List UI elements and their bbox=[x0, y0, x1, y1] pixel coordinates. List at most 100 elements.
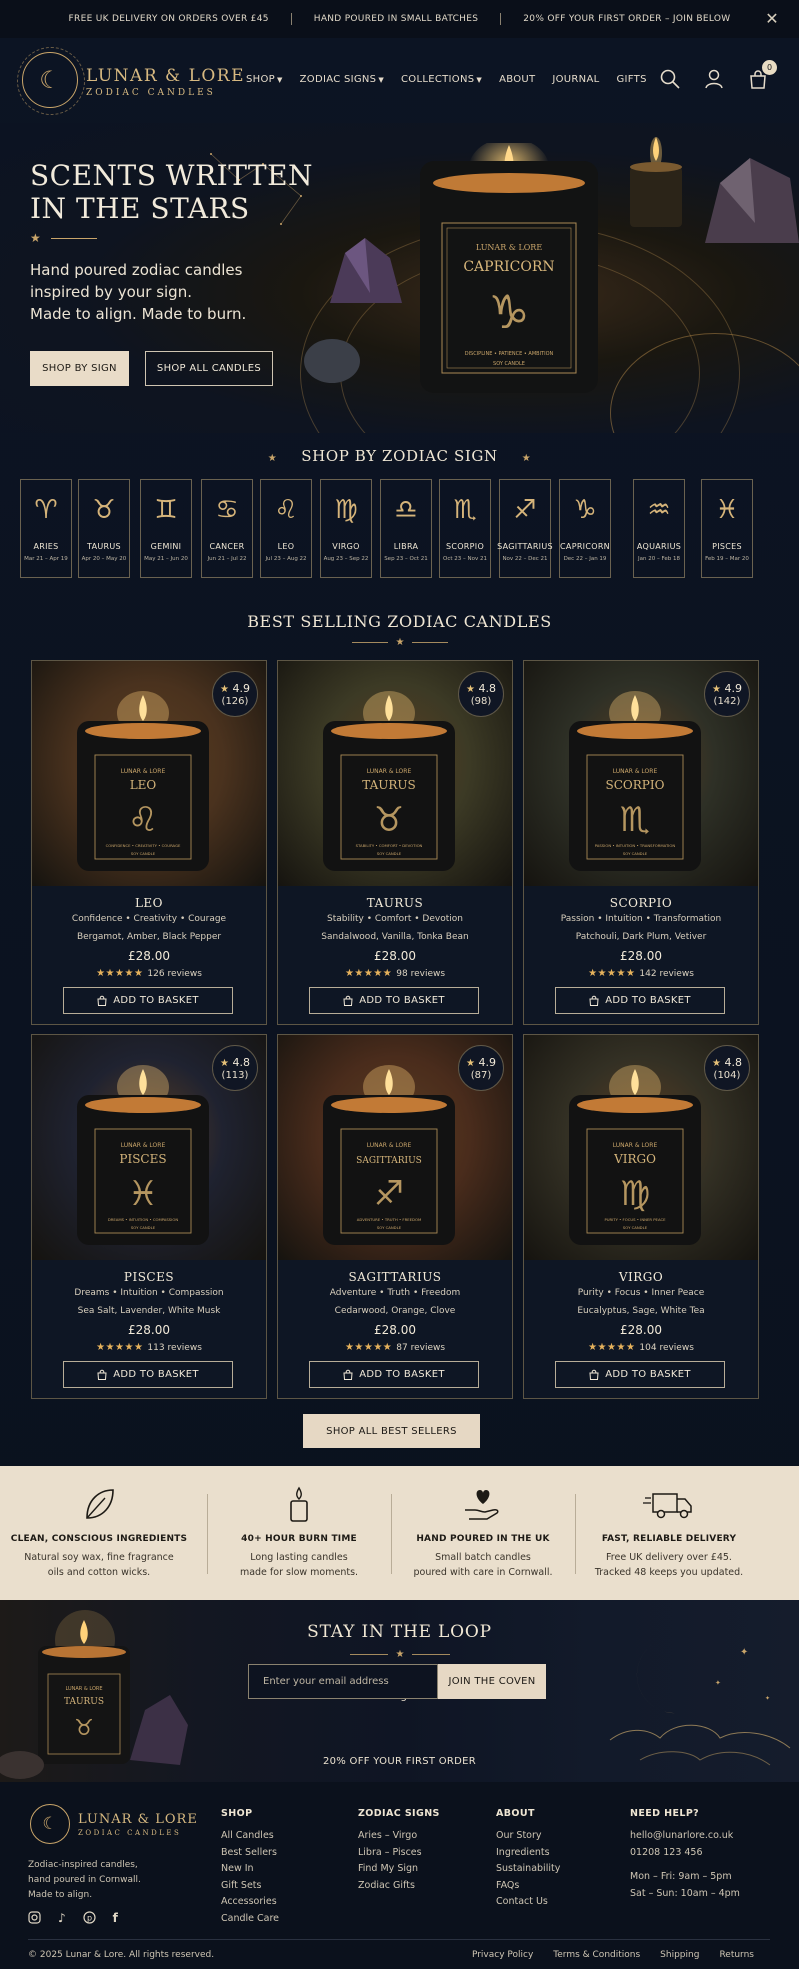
product-reviews[interactable]: ★★★★★ 87 reviews bbox=[278, 1342, 512, 1353]
capricorn-candle-jar: LUNAR & LORE CAPRICORN ♑ DISCIPLINE • PA… bbox=[420, 143, 598, 393]
zodiac-card-scorpio[interactable]: ♏ SCORPIO Oct 23 – Nov 21 bbox=[439, 479, 491, 578]
footer-link[interactable]: All Candles bbox=[221, 1828, 279, 1845]
zodiac-card-cancer[interactable]: ♋ CANCER Jun 21 – Jul 22 bbox=[201, 479, 253, 578]
product-reviews[interactable]: ★★★★★ 113 reviews bbox=[32, 1342, 266, 1353]
product-name[interactable]: SCORPIO bbox=[524, 896, 758, 910]
feature-text: Free UK delivery over £45. bbox=[606, 1552, 732, 1563]
nav-item-collections[interactable]: COLLECTIONS ▼ bbox=[401, 74, 482, 85]
product-card[interactable]: LUNAR & LORE LEO ♌ CONFIDENCE • CREATIVITY … bbox=[31, 660, 267, 1025]
product-reviews[interactable]: ★★★★★ 98 reviews bbox=[278, 968, 512, 979]
product-reviews[interactable]: ★★★★★ 126 reviews bbox=[32, 968, 266, 979]
zodiac-card-libra[interactable]: ♎ LIBRA Sep 23 – Oct 21 bbox=[380, 479, 432, 578]
product-image[interactable]: LUNAR & LORE LEO ♌ CONFIDENCE • CREATIVITY … bbox=[32, 661, 266, 886]
footer-link[interactable]: Candle Care bbox=[221, 1911, 279, 1928]
star-rating-icon: ★★★★★ bbox=[344, 1342, 393, 1353]
search-icon[interactable] bbox=[659, 68, 681, 90]
terms-link[interactable]: Terms & Conditions bbox=[553, 1950, 640, 1960]
nav-item-zodiac-signs[interactable]: ZODIAC SIGNS ▼ bbox=[300, 74, 384, 85]
product-image[interactable]: LUNAR & LORE SCORPIO ♏ PASSION • INTUITION … bbox=[524, 661, 758, 886]
zodiac-card-leo[interactable]: ♌ LEO Jul 23 – Aug 22 bbox=[260, 479, 312, 578]
logo-moon-icon[interactable]: ☾ bbox=[17, 47, 85, 115]
nav-item-gifts[interactable]: GIFTS bbox=[616, 74, 646, 85]
instagram-icon[interactable] bbox=[28, 1911, 41, 1924]
zodiac-emblem-icon: ♌ bbox=[128, 800, 158, 840]
footer-link[interactable]: New In bbox=[221, 1861, 279, 1878]
footer-link[interactable]: Our Story bbox=[496, 1828, 560, 1845]
add-to-basket-button[interactable]: ADD TO BASKET bbox=[63, 1361, 233, 1388]
product-image[interactable]: LUNAR & LORE SAGITTARIUS ♐ ADVENTURE • TRUT… bbox=[278, 1035, 512, 1260]
zodiac-card-virgo[interactable]: ♍ VIRGO Aug 23 – Sep 22 bbox=[320, 479, 372, 578]
join-the-coven-button[interactable]: JOIN THE COVEN bbox=[438, 1664, 546, 1699]
nav-item-about[interactable]: ABOUT bbox=[499, 74, 535, 85]
logo[interactable]: LUNAR & LORE ZODIAC CANDLES bbox=[86, 66, 245, 98]
footer-link[interactable]: Zodiac Gifts bbox=[358, 1878, 440, 1895]
footer-link[interactable]: hello@lunarlore.co.uk bbox=[630, 1828, 740, 1845]
zodiac-card-capricorn[interactable]: ♑ CAPRICORN Dec 22 – Jan 19 bbox=[559, 479, 611, 578]
footer-logo[interactable]: LUNAR & LORE ZODIAC CANDLES bbox=[78, 1812, 198, 1837]
zodiac-dates: Nov 22 – Dec 21 bbox=[502, 556, 548, 562]
jar-sign: VIRGO bbox=[613, 1152, 656, 1166]
add-to-basket-button[interactable]: ADD TO BASKET bbox=[309, 1361, 479, 1388]
add-to-basket-button[interactable]: ADD TO BASKET bbox=[309, 987, 479, 1014]
shipping-link[interactable]: Shipping bbox=[660, 1950, 699, 1960]
footer-link[interactable]: Contact Us bbox=[496, 1894, 560, 1911]
zodiac-card-taurus[interactable]: ♉ TAURUS Apr 20 – May 20 bbox=[78, 479, 130, 578]
rating-value: ★ 4.8 bbox=[466, 681, 496, 695]
product-image[interactable]: LUNAR & LORE VIRGO ♍ PURITY • FOCUS • INNER… bbox=[524, 1035, 758, 1260]
product-reviews[interactable]: ★★★★★ 142 reviews bbox=[524, 968, 758, 979]
add-to-basket-button[interactable]: ADD TO BASKET bbox=[63, 987, 233, 1014]
product-card[interactable]: LUNAR & LORE PISCES ♓ DREAMS • INTUITION • … bbox=[31, 1034, 267, 1399]
product-reviews[interactable]: ★★★★★ 104 reviews bbox=[524, 1342, 758, 1353]
zodiac-card-aquarius[interactable]: ♒ AQUARIUS Jan 20 – Feb 18 bbox=[633, 479, 685, 578]
zodiac-card-gemini[interactable]: ♊ GEMINI May 21 – Jun 20 bbox=[140, 479, 192, 578]
footer-link[interactable]: Mon – Fri: 9am – 5pm bbox=[630, 1869, 740, 1886]
footer-link[interactable]: Gift Sets bbox=[221, 1878, 279, 1895]
footer-link[interactable]: FAQs bbox=[496, 1878, 560, 1895]
close-icon[interactable]: ✕ bbox=[765, 9, 779, 28]
footer-link[interactable]: Accessories bbox=[221, 1894, 279, 1911]
footer-link[interactable]: Ingredients bbox=[496, 1845, 560, 1862]
product-name[interactable]: TAURUS bbox=[278, 896, 512, 910]
button-label: ADD TO BASKET bbox=[605, 1369, 691, 1380]
product-card[interactable]: LUNAR & LORE VIRGO ♍ PURITY • FOCUS • INNER… bbox=[523, 1034, 759, 1399]
footer-link[interactable]: Best Sellers bbox=[221, 1845, 279, 1862]
nav-item-shop[interactable]: SHOP ▼ bbox=[246, 74, 283, 85]
chevron-down-icon: ▼ bbox=[276, 76, 283, 84]
zodiac-card-sagittarius[interactable]: ♐ SAGITTARIUS Nov 22 – Dec 21 bbox=[497, 479, 553, 578]
product-image[interactable]: LUNAR & LORE TAURUS ♉ STABILITY • COMFORT •… bbox=[278, 661, 512, 886]
shop-all-best-sellers-button[interactable]: SHOP ALL BEST SELLERS bbox=[303, 1414, 480, 1448]
product-card[interactable]: LUNAR & LORE TAURUS ♉ STABILITY • COMFORT •… bbox=[277, 660, 513, 1025]
product-card[interactable]: LUNAR & LORE SCORPIO ♏ PASSION • INTUITION … bbox=[523, 660, 759, 1025]
product-card[interactable]: LUNAR & LORE SAGITTARIUS ♐ ADVENTURE • TRUT… bbox=[277, 1034, 513, 1399]
product-name[interactable]: LEO bbox=[32, 896, 266, 910]
main-nav: SHOP ▼ ZODIAC SIGNS ▼ COLLECTIONS ▼ ABOUT J… bbox=[246, 74, 647, 85]
zodiac-card-pisces[interactable]: ♓ PISCES Feb 19 – Mar 20 bbox=[701, 479, 753, 578]
product-image[interactable]: LUNAR & LORE PISCES ♓ DREAMS • INTUITION • … bbox=[32, 1035, 266, 1260]
footer-link[interactable]: Find My Sign bbox=[358, 1861, 440, 1878]
account-icon[interactable] bbox=[703, 68, 725, 90]
add-to-basket-button[interactable]: ADD TO BASKET bbox=[555, 987, 725, 1014]
logo-moon-icon[interactable]: ☾ bbox=[30, 1804, 70, 1844]
shop-by-sign-button[interactable]: SHOP BY SIGN bbox=[30, 351, 129, 386]
shop-all-candles-button[interactable]: SHOP ALL CANDLES bbox=[145, 351, 273, 386]
privacy-policy-link[interactable]: Privacy Policy bbox=[472, 1950, 533, 1960]
tiktok-icon[interactable]: ♪ bbox=[58, 1911, 66, 1925]
pinterest-icon[interactable]: p bbox=[83, 1911, 96, 1924]
footer-link[interactable]: Sat – Sun: 10am – 4pm bbox=[630, 1886, 740, 1903]
footer-link[interactable]: Sustainability bbox=[496, 1861, 560, 1878]
product-name[interactable]: PISCES bbox=[32, 1270, 266, 1284]
facebook-icon[interactable]: f bbox=[113, 1911, 118, 1925]
product-name[interactable]: SAGITTARIUS bbox=[278, 1270, 512, 1284]
add-to-basket-button[interactable]: ADD TO BASKET bbox=[555, 1361, 725, 1388]
returns-link[interactable]: Returns bbox=[719, 1950, 754, 1960]
footer-link[interactable]: 01208 123 456 bbox=[630, 1845, 740, 1862]
nav-item-journal[interactable]: JOURNAL bbox=[552, 74, 599, 85]
product-price: £28.00 bbox=[374, 949, 416, 963]
email-input[interactable]: Enter your email address bbox=[248, 1664, 438, 1699]
zodiac-card-aries[interactable]: ♈ ARIES Mar 21 – Apr 19 bbox=[20, 479, 72, 578]
cart-icon[interactable]: 0 bbox=[747, 60, 777, 90]
product-name[interactable]: VIRGO bbox=[524, 1270, 758, 1284]
announcement-message[interactable]: 20% OFF YOUR FIRST ORDER – JOIN BELOW bbox=[501, 14, 752, 24]
footer-link[interactable]: Libra – Pisces bbox=[358, 1845, 440, 1862]
footer-link[interactable]: Aries – Virgo bbox=[358, 1828, 440, 1845]
